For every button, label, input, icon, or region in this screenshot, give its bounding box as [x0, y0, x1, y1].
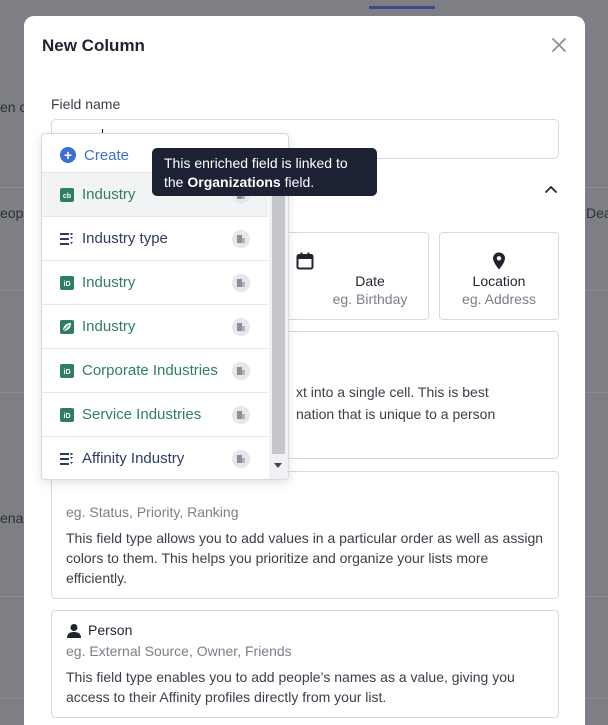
suggestion-label: Industry	[82, 186, 136, 203]
field-name-label: Field name	[51, 96, 121, 112]
dealroom-icon: iD	[60, 407, 74, 422]
tooltip-text: the	[164, 174, 184, 190]
tooltip-line: the Organizations field.	[164, 173, 365, 192]
scrollbar-thumb[interactable]	[272, 172, 285, 454]
svg-text:iD: iD	[64, 281, 71, 288]
suggestion-item[interactable]: Affinity Industry	[42, 436, 268, 479]
building-icon	[232, 362, 250, 380]
field-type-card-person[interactable]: Person eg. External Source, Owner, Frien…	[51, 610, 559, 718]
building-icon	[232, 406, 250, 424]
svg-text:cb: cb	[63, 193, 71, 200]
plus-circle-icon: +	[60, 147, 76, 163]
background-text-fragment: eop	[0, 205, 24, 221]
location-card-example: eg. Address	[462, 291, 536, 307]
svg-text:iD: iD	[64, 413, 71, 420]
background-text-fragment: en c	[0, 99, 27, 115]
suggestion-item[interactable]: Industry type	[42, 216, 268, 260]
modal-title: New Column	[42, 36, 145, 55]
field-type-card-status[interactable]: eg. Status, Priority, Ranking This field…	[51, 471, 559, 599]
suggestion-list: cb Industry Industry type iD Industry In…	[42, 172, 268, 479]
person-card-description: This field type enables you to add peopl…	[66, 669, 515, 705]
close-button[interactable]	[548, 34, 570, 56]
calendar-icon	[296, 252, 314, 270]
building-icon	[232, 274, 250, 292]
suggestion-item[interactable]: Industry	[42, 304, 268, 348]
create-label: Create	[84, 146, 130, 164]
close-icon	[552, 38, 566, 52]
building-icon	[232, 450, 250, 468]
location-card-title: Location	[472, 273, 526, 289]
tooltip-text: field.	[284, 174, 315, 190]
scroll-down-arrow-icon[interactable]	[274, 463, 282, 468]
status-card-description: This field type allows you to add values…	[66, 530, 544, 586]
background-text-fragment: ena	[0, 510, 24, 526]
suggestion-label: Industry	[82, 318, 136, 335]
dealroom-icon: iD	[60, 275, 74, 290]
background-text-fragment: Dea	[586, 205, 608, 221]
tooltip-bold-text: Organizations	[187, 174, 281, 190]
field-type-card-location[interactable]: Location eg. Address	[439, 232, 559, 320]
leaf-icon	[60, 319, 74, 334]
dropdown-list-icon	[60, 232, 73, 245]
dealroom-icon: iD	[60, 363, 74, 378]
suggestion-label: Service Industries	[82, 406, 202, 423]
svg-text:iD: iD	[64, 369, 71, 376]
person-icon	[67, 624, 81, 638]
building-icon	[232, 230, 250, 248]
text-card-description-line: xt into a single cell. This is best	[296, 384, 489, 400]
dropdown-list-icon	[60, 452, 73, 465]
suggestion-item[interactable]: iD Industry	[42, 260, 268, 304]
create-field-option[interactable]: + Create	[60, 144, 129, 166]
building-icon	[232, 318, 250, 336]
suggestion-label: Industry type	[82, 230, 168, 247]
text-card-description-line: nation that is unique to a person	[296, 406, 496, 422]
suggestion-item[interactable]: iD Corporate Industries	[42, 348, 268, 392]
suggestion-label: Affinity Industry	[82, 450, 185, 467]
location-pin-icon	[493, 252, 505, 270]
suggestion-label: Corporate Industries	[82, 362, 218, 379]
dropdown-scrollbar[interactable]	[269, 172, 288, 479]
suggestion-item[interactable]: iD Service Industries	[42, 392, 268, 436]
tooltip-line: This enriched field is linked to	[164, 155, 348, 171]
enriched-field-tooltip: This enriched field is linked to the Org…	[152, 148, 377, 196]
status-card-example: eg. Status, Priority, Ranking	[66, 504, 239, 520]
crunchbase-icon: cb	[60, 187, 74, 202]
chevron-up-icon[interactable]	[544, 182, 558, 196]
person-card-title: Person	[88, 622, 133, 638]
suggestion-label: Industry	[82, 274, 136, 291]
background-active-tab-underline	[369, 6, 435, 9]
person-card-example: eg. External Source, Owner, Friends	[66, 643, 292, 659]
